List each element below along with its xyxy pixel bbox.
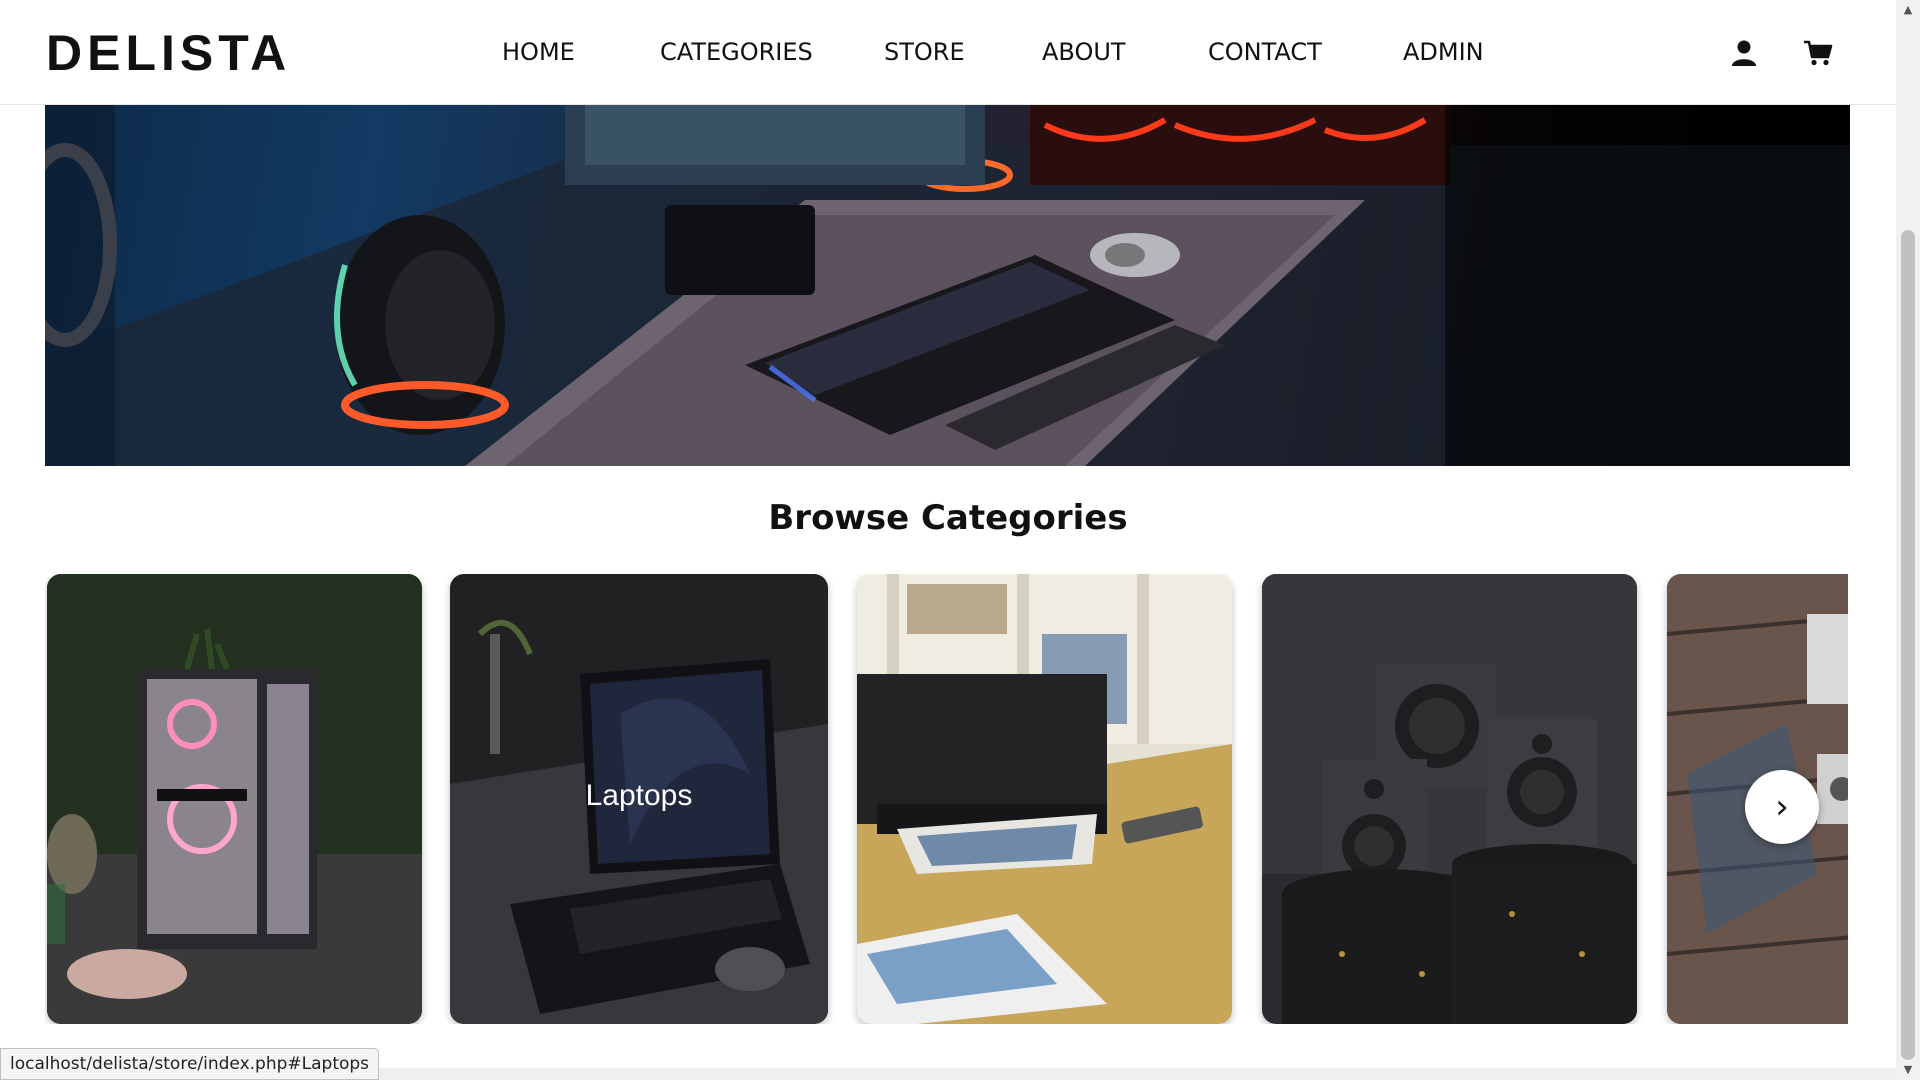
scrollbar-thumb[interactable] — [1901, 230, 1915, 1060]
nav-admin[interactable]: ADMIN — [1403, 38, 1484, 66]
vertical-scrollbar[interactable]: ▲ ▼ — [1896, 0, 1920, 1080]
hero-banner — [45, 105, 1850, 466]
category-card-printers[interactable] — [857, 574, 1232, 1024]
printer-image — [857, 574, 1232, 1024]
main-nav: HOME CATEGORIES STORE ABOUT CONTACT ADMI… — [0, 38, 1896, 72]
user-icon[interactable] — [1729, 38, 1759, 68]
link-status-bar: localhost/delista/store/index.php#Laptop… — [0, 1048, 380, 1080]
carousel-next-button[interactable]: › — [1745, 770, 1819, 844]
speakers-image — [1262, 574, 1637, 1024]
category-card-speakers[interactable] — [1262, 574, 1637, 1024]
categories-carousel: Laptops — [45, 574, 1848, 1024]
page: DELISTA HOME CATEGORIES STORE ABOUT CONT… — [0, 0, 1920, 1080]
category-label: Laptops — [585, 779, 693, 812]
nav-home[interactable]: HOME — [502, 38, 575, 66]
nav-categories[interactable]: CATEGORIES — [660, 38, 813, 66]
category-card-laptops[interactable]: Laptops — [450, 574, 828, 1024]
scroll-up-arrow-icon[interactable]: ▲ — [1896, 0, 1920, 20]
nav-about[interactable]: ABOUT — [1042, 38, 1126, 66]
site-header: DELISTA HOME CATEGORIES STORE ABOUT CONT… — [0, 0, 1896, 105]
nav-store[interactable]: STORE — [884, 38, 965, 66]
cart-icon[interactable] — [1803, 38, 1833, 68]
category-card-pc[interactable] — [47, 574, 422, 1024]
nav-contact[interactable]: CONTACT — [1208, 38, 1322, 66]
desk-setup-illustration — [45, 105, 1850, 466]
scroll-down-arrow-icon[interactable]: ▼ — [1896, 1060, 1920, 1080]
pc-case-image — [47, 574, 422, 1024]
browse-categories-title: Browse Categories — [768, 498, 1128, 538]
